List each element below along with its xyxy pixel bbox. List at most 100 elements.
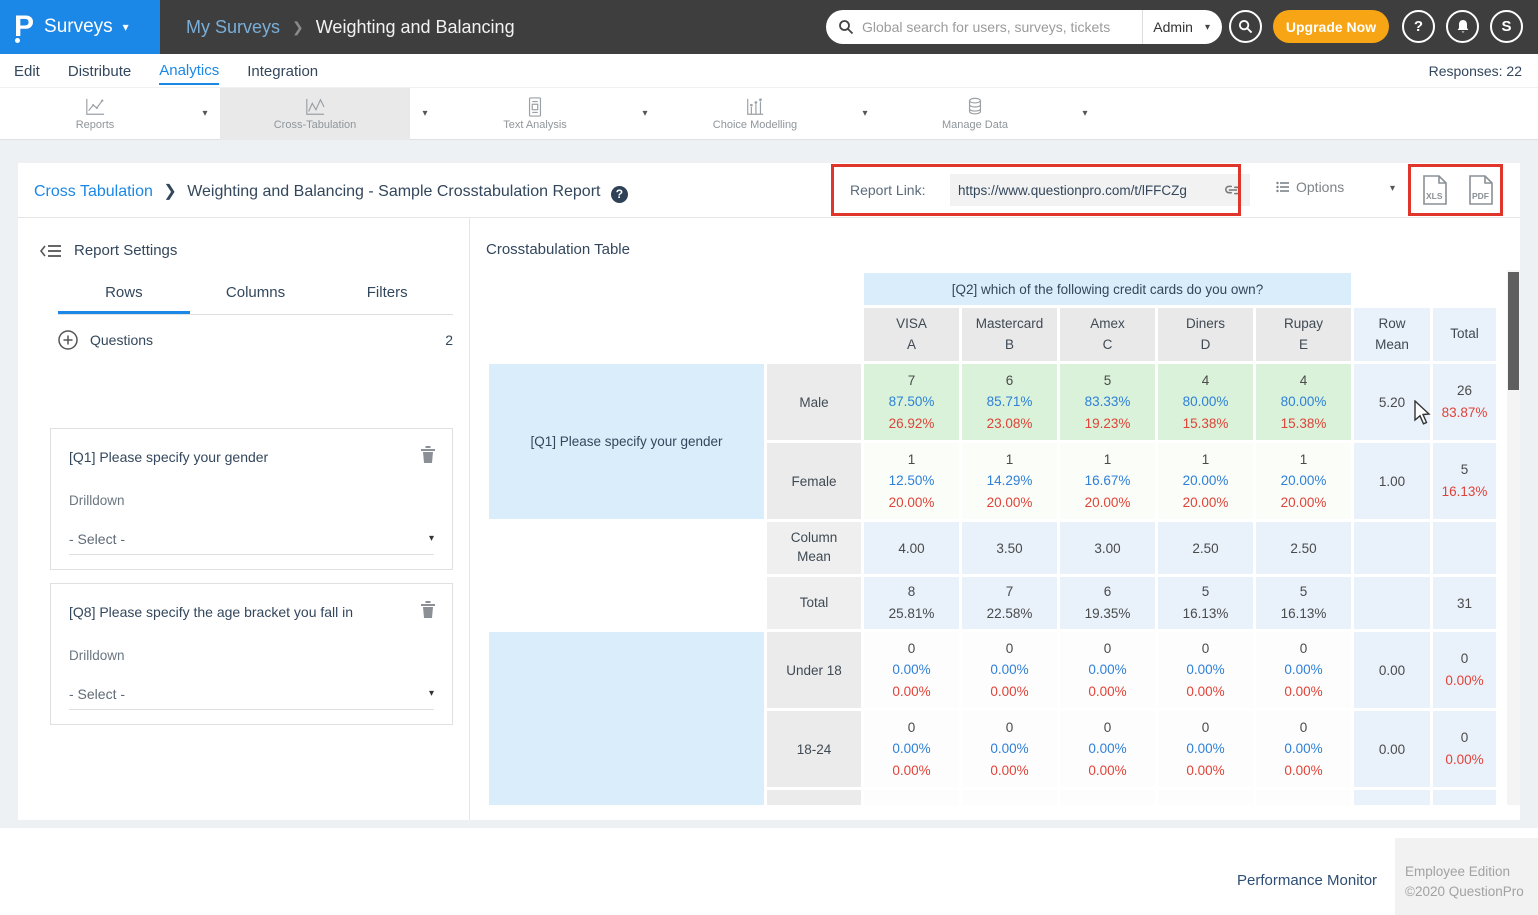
- chevron-down-icon[interactable]: ▾: [1203, 22, 1210, 33]
- crosstab-cell: 00.00%0.00%: [1256, 711, 1351, 787]
- drilldown-select[interactable]: - Select - ▾: [69, 678, 434, 710]
- product-menu-label: Surveys: [44, 16, 113, 38]
- avatar-initial: S: [1501, 18, 1511, 35]
- crosstab-cell: [864, 790, 959, 805]
- delete-question-icon[interactable]: [420, 445, 436, 463]
- row-mean-cell: 0.00: [1354, 632, 1430, 708]
- row-mean-cell: 1.00: [1354, 443, 1430, 519]
- bell-icon: [1456, 19, 1470, 34]
- row-total-cell: [1433, 522, 1496, 574]
- crosstab-cell: 00.00%0.00%: [1158, 632, 1253, 708]
- crosstab-cell: 00.00%0.00%: [1060, 632, 1155, 708]
- cross-tabulation-link[interactable]: Cross Tabulation: [34, 183, 153, 200]
- survey-nav: Edit Distribute Analytics Integration Re…: [0, 54, 1538, 88]
- analytics-toolbar: Reports ▾ Cross-Tabulation ▾ Text Analys…: [0, 88, 1538, 140]
- upgrade-now-button[interactable]: Upgrade Now: [1273, 10, 1389, 43]
- edition-line1: Employee Edition: [1405, 862, 1538, 882]
- chevron-down-icon[interactable]: ▾: [850, 108, 880, 119]
- toolbar-reports[interactable]: Reports: [0, 88, 190, 140]
- help-button[interactable]: ?: [1402, 10, 1435, 43]
- column-header: MastercardB: [962, 308, 1057, 361]
- chevron-down-icon[interactable]: ▾: [190, 108, 220, 119]
- search-icon: [838, 19, 854, 35]
- chevron-down-icon[interactable]: ▾: [1070, 108, 1100, 119]
- product-switcher[interactable]: P Surveys ▾: [0, 0, 160, 54]
- survey-title: Weighting and Balancing: [316, 17, 515, 38]
- question-card-q1: [Q1] Please specify your gender Drilldow…: [50, 428, 453, 570]
- account-avatar[interactable]: S: [1490, 10, 1523, 43]
- search-scope-selector[interactable]: Admin: [1142, 10, 1203, 44]
- nav-item-integration[interactable]: Integration: [247, 57, 318, 84]
- column-mean-cell: 2.50: [1256, 522, 1351, 574]
- report-settings-toggle[interactable]: Report Settings: [40, 242, 177, 259]
- column-total-cell: 619.35%: [1060, 577, 1155, 629]
- questions-count: 2: [445, 332, 453, 348]
- export-pdf-icon[interactable]: PDF: [1468, 175, 1494, 205]
- column-total-cell: 722.58%: [962, 577, 1057, 629]
- report-link-field[interactable]: https://www.questionpro.com/t/lFFCZg: [950, 174, 1250, 206]
- row-mean-cell: [1354, 522, 1430, 574]
- crosstab-cell: 00.00%0.00%: [1256, 632, 1351, 708]
- column-mean-cell: 3.00: [1060, 522, 1155, 574]
- report-settings-title: Report Settings: [74, 242, 177, 259]
- spacer-cell: [489, 273, 861, 305]
- nav-item-analytics[interactable]: Analytics: [159, 56, 219, 85]
- export-xls-icon[interactable]: XLS: [1422, 175, 1448, 205]
- report-link-label: Report Link:: [850, 182, 925, 198]
- crosstab-cell: 583.33%19.23%: [1060, 364, 1155, 440]
- tab-rows[interactable]: Rows: [58, 284, 190, 314]
- crosstab-cell: 00.00%0.00%: [864, 632, 959, 708]
- spacer-cell: [489, 308, 861, 361]
- scrollbar-thumb[interactable]: [1508, 272, 1519, 390]
- tab-filters[interactable]: Filters: [321, 284, 453, 314]
- search-button[interactable]: [1229, 10, 1262, 43]
- toolbar-choice-modelling[interactable]: Choice Modelling: [660, 88, 850, 140]
- crosstab-table: [Q2] which of the following credit cards…: [486, 270, 1499, 805]
- search-input[interactable]: [862, 19, 1142, 35]
- drilldown-select[interactable]: - Select - ▾: [69, 523, 434, 555]
- options-button[interactable]: Options: [1276, 179, 1344, 195]
- row-mean-cell: [1354, 577, 1430, 629]
- add-question-button[interactable]: [58, 330, 78, 350]
- column-mean-cell: 4.00: [864, 522, 959, 574]
- edition-info: Employee Edition ©2020 QuestionPro: [1395, 838, 1538, 915]
- grand-total-cell: 31: [1433, 577, 1496, 629]
- chevron-down-icon[interactable]: ▾: [1390, 183, 1395, 194]
- chevron-down-icon[interactable]: ▾: [410, 108, 440, 119]
- vertical-scrollbar[interactable]: [1507, 270, 1520, 805]
- svg-text:PDF: PDF: [1472, 191, 1489, 201]
- report-link-url[interactable]: https://www.questionpro.com/t/lFFCZg: [958, 183, 1224, 198]
- settings-tabs: Rows Columns Filters: [58, 284, 453, 315]
- drilldown-select-value: - Select -: [69, 531, 125, 547]
- toolbar-manage-data[interactable]: Manage Data: [880, 88, 1070, 140]
- link-icon[interactable]: [1224, 184, 1242, 196]
- column-mean-cell: 2.50: [1158, 522, 1253, 574]
- tab-columns[interactable]: Columns: [190, 284, 322, 314]
- toolbar-cross-tabulation[interactable]: Cross-Tabulation: [220, 88, 410, 140]
- column-total-cell: 825.81%: [864, 577, 959, 629]
- breadcrumb-my-surveys[interactable]: My Surveys: [186, 17, 280, 38]
- drilldown-label: Drilldown: [69, 493, 125, 508]
- delete-question-icon[interactable]: [420, 600, 436, 618]
- crosstab-cell: 120.00%20.00%: [1158, 443, 1253, 519]
- report-help-icon[interactable]: ?: [611, 186, 628, 203]
- nav-item-edit[interactable]: Edit: [14, 57, 40, 84]
- notifications-button[interactable]: [1446, 10, 1479, 43]
- crosstab-cell: [962, 790, 1057, 805]
- row-mean-cell: [1354, 790, 1430, 805]
- toolbar-text-analysis[interactable]: Text Analysis: [440, 88, 630, 140]
- crosstab-cell: 480.00%15.38%: [1256, 364, 1351, 440]
- cross-tab-chart-icon: [304, 97, 326, 117]
- chevron-down-icon[interactable]: ▾: [630, 108, 660, 119]
- total-header: Total: [1433, 308, 1496, 361]
- row-label: Male: [767, 364, 861, 440]
- row-label: Under 18: [767, 632, 861, 708]
- performance-monitor-link[interactable]: Performance Monitor: [1237, 872, 1377, 889]
- nav-item-distribute[interactable]: Distribute: [68, 57, 131, 84]
- crosstab-table-container: [Q2] which of the following credit cards…: [486, 270, 1502, 805]
- edition-line2: ©2020 QuestionPro: [1405, 882, 1538, 902]
- column-header: AmexC: [1060, 308, 1155, 361]
- crosstab-cell: 00.00%0.00%: [864, 711, 959, 787]
- row-mean-cell: 0.00: [1354, 711, 1430, 787]
- svg-text:XLS: XLS: [1426, 191, 1443, 201]
